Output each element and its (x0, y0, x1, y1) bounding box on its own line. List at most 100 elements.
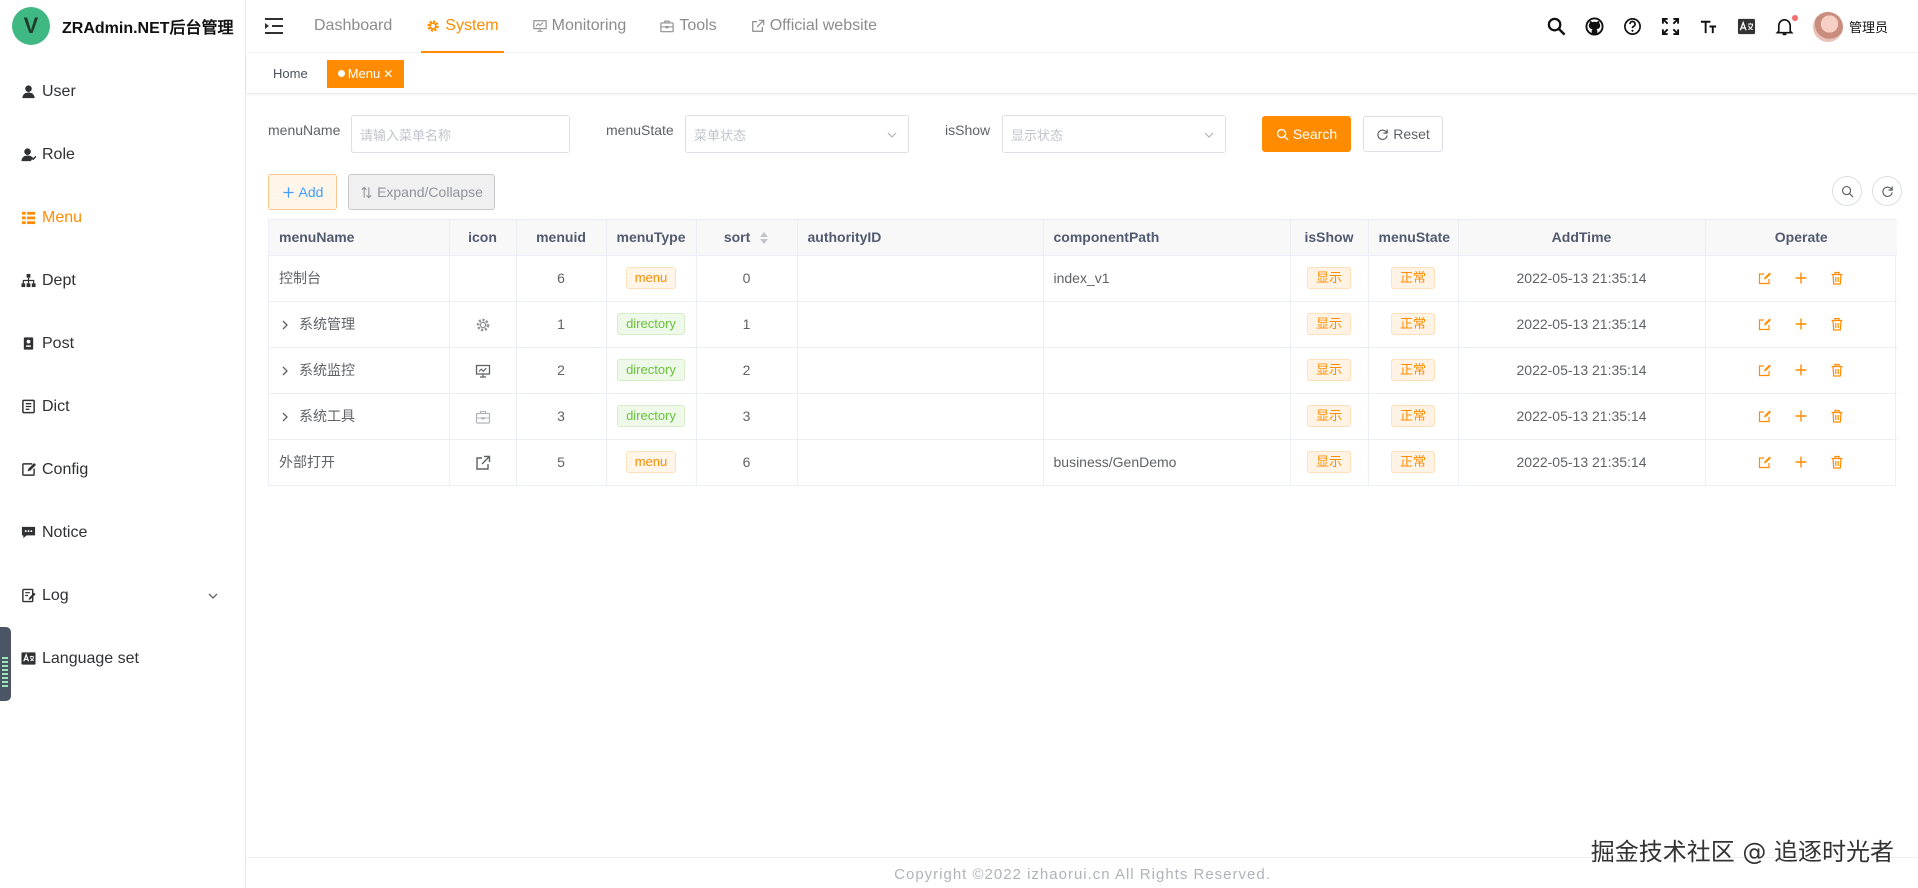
refresh-button[interactable] (1872, 176, 1902, 206)
expand-collapse-button[interactable]: Expand/Collapse (348, 174, 495, 210)
menu-name-input[interactable]: 请输入菜单名称 (351, 115, 570, 153)
tab-monitoring[interactable]: Monitoring (528, 0, 632, 53)
col-header-componentpath: componentPath (1043, 220, 1291, 256)
show-status-tag: 显示 (1306, 267, 1351, 289)
edit-icon[interactable] (1758, 271, 1772, 285)
user-name[interactable]: 管理员 (1849, 17, 1888, 36)
delete-icon[interactable] (1830, 317, 1844, 331)
sidebar-item-menu[interactable]: Menu (0, 186, 245, 249)
sidebar-item-label: Role (42, 145, 75, 163)
sidebar-item-user[interactable]: User (0, 60, 245, 123)
tab-official-website[interactable]: Official website (746, 0, 882, 53)
sidebar-item-label: Menu (42, 208, 83, 226)
tab-tools[interactable]: Tools (655, 0, 721, 53)
font-size-icon[interactable] (1699, 17, 1719, 37)
sidebar-item-log[interactable]: Log (0, 564, 245, 627)
edit-icon[interactable] (1758, 317, 1772, 331)
menu-name: 系统监控 (299, 362, 355, 378)
language-icon[interactable] (1737, 17, 1757, 37)
sidebar-item-notice[interactable]: Notice (0, 501, 245, 564)
toolbox-icon (475, 410, 490, 424)
plus-icon[interactable] (1794, 271, 1808, 285)
component-path-cell: business/GenDemo (1043, 439, 1291, 485)
reset-button-label: Reset (1393, 126, 1430, 142)
sidebar-item-dict[interactable]: Dict (0, 375, 245, 438)
is-show-select[interactable]: 显示状态 (1002, 115, 1226, 153)
menu-table: menuName icon menuid menuType sort autho… (268, 219, 1897, 486)
sidebar-item-post[interactable]: Post (0, 312, 245, 375)
delete-icon[interactable] (1830, 455, 1844, 469)
menutype-cell: directory (606, 347, 697, 394)
sidebar: V ZRAdmin.NET后台管理 User Role Menu Dept Po… (0, 0, 246, 888)
tab-label: Tools (679, 17, 717, 34)
help-icon[interactable] (1623, 17, 1643, 37)
chevron-right-icon[interactable] (279, 319, 291, 331)
col-header-sort[interactable]: sort (696, 220, 798, 256)
plus-icon[interactable] (1794, 317, 1808, 331)
operate-cell (1705, 439, 1897, 485)
delete-icon[interactable] (1830, 363, 1844, 377)
tab-label: Official website (769, 17, 877, 34)
menutype-cell: directory (606, 393, 697, 440)
tab-label: Dashboard (314, 17, 393, 34)
authority-cell (797, 393, 1044, 440)
menu-name: 系统管理 (299, 316, 355, 332)
delete-icon[interactable] (1830, 409, 1844, 423)
active-dot (337, 70, 345, 77)
github-icon[interactable] (1585, 17, 1605, 37)
tag-menu[interactable]: Menu ✕ (326, 59, 405, 88)
col-header-operate: Operate (1705, 220, 1897, 256)
close-icon[interactable]: ✕ (383, 67, 393, 81)
menutype-cell: menu (606, 439, 697, 485)
plus-icon[interactable] (1794, 455, 1808, 469)
edit-icon[interactable] (1758, 409, 1772, 423)
sort-icon (361, 186, 372, 198)
chevron-right-icon[interactable] (279, 411, 291, 423)
sort-cell: 2 (696, 347, 798, 394)
is-show-cell: 显示 (1290, 255, 1369, 302)
sidebar-item-config[interactable]: Config (0, 438, 245, 501)
hamburger-icon[interactable] (263, 15, 285, 37)
side-drawer-handle[interactable] (0, 627, 11, 701)
toggle-search-button[interactable] (1832, 176, 1862, 206)
operate-cell (1705, 347, 1897, 394)
tag-label: Menu (347, 66, 381, 81)
menu-state-label: menuState (606, 122, 674, 138)
reset-button[interactable]: Reset (1363, 116, 1443, 152)
tag-home[interactable]: Home (262, 60, 319, 88)
sort-caret-icon[interactable] (759, 231, 769, 245)
add-time-cell: 2022-05-13 21:35:14 (1458, 301, 1706, 348)
chevron-right-icon[interactable] (279, 365, 291, 377)
edit-icon[interactable] (1758, 455, 1772, 469)
chevron-down-icon (208, 593, 218, 599)
icon-cell (449, 301, 517, 348)
avatar[interactable] (1812, 11, 1843, 42)
sidebar-item-language-set[interactable]: Language set (0, 627, 245, 690)
component-path-cell (1043, 301, 1291, 348)
is-show-cell: 显示 (1290, 301, 1369, 348)
authority-cell (797, 439, 1044, 485)
edit-icon[interactable] (1758, 363, 1772, 377)
logo[interactable]: V ZRAdmin.NET后台管理 (0, 0, 245, 52)
search-button[interactable]: Search (1262, 116, 1351, 152)
sidebar-item-role[interactable]: Role (0, 123, 245, 186)
add-button[interactable]: Add (268, 174, 337, 210)
plus-icon[interactable] (1794, 409, 1808, 423)
search-icon[interactable] (1547, 17, 1567, 37)
show-status-tag: 显示 (1306, 405, 1351, 427)
sidebar-item-label: Log (42, 586, 69, 604)
menu-state-select[interactable]: 菜单状态 (685, 115, 909, 153)
menu-type-tag: directory (617, 359, 685, 381)
fullscreen-icon[interactable] (1661, 17, 1681, 37)
sidebar-item-dept[interactable]: Dept (0, 249, 245, 312)
tab-system[interactable]: System (421, 0, 504, 53)
bell-icon[interactable] (1775, 14, 1798, 37)
app-title: ZRAdmin.NET后台管理 (62, 20, 234, 37)
refresh-icon (1881, 185, 1893, 197)
watermark: 掘金技术社区 @ 追逐时光者 (1590, 838, 1894, 866)
menuid-cell: 2 (516, 347, 607, 394)
menutype-cell: menu (606, 255, 697, 302)
delete-icon[interactable] (1830, 271, 1844, 285)
tab-dashboard[interactable]: Dashboard (309, 0, 397, 53)
plus-icon[interactable] (1794, 363, 1808, 377)
